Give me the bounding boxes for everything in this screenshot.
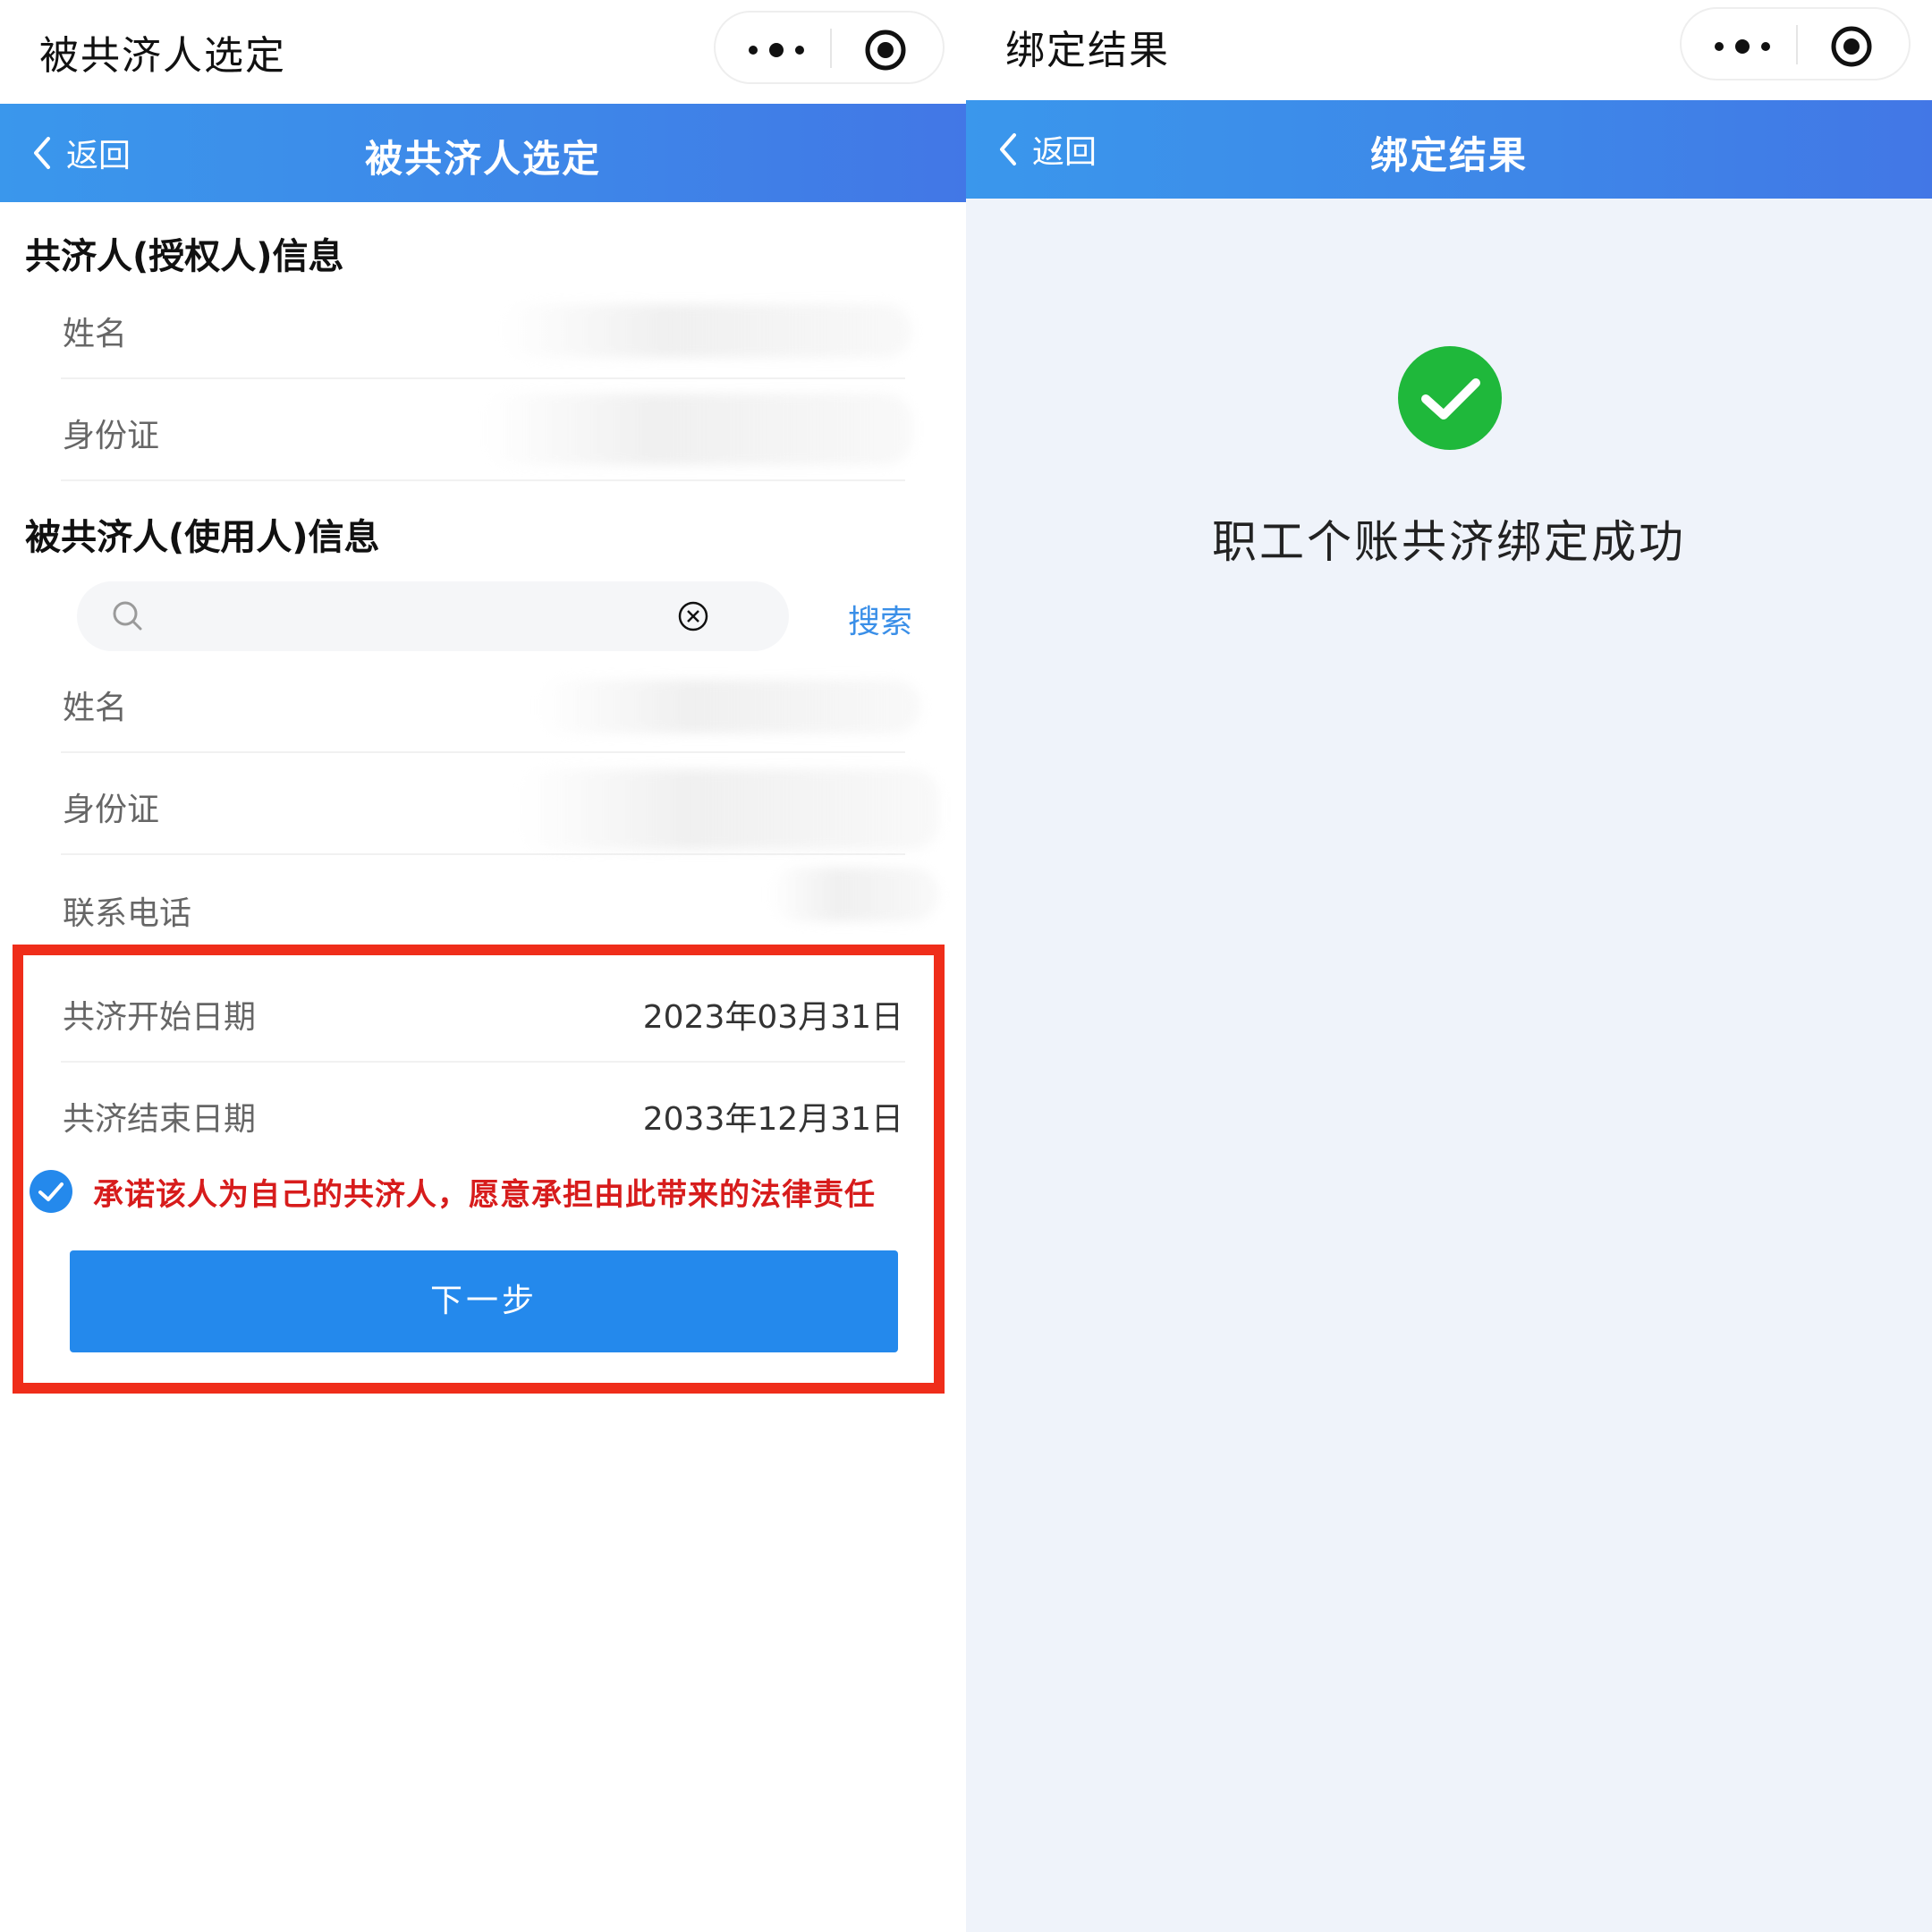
authorizer-id-label: 身份证 <box>63 418 160 454</box>
redacted-id-area <box>483 394 912 465</box>
miniprogram-title-bar: 绑定结果 <box>966 0 1932 100</box>
success-check-icon <box>1398 346 1502 450</box>
miniprogram-capsule <box>714 11 945 84</box>
redacted-user-id-area <box>519 769 939 850</box>
app-header: 返回 绑定结果 <box>966 100 1932 199</box>
user-phone-label: 联系电话 <box>63 895 192 932</box>
target-circle-icon[interactable] <box>1830 25 1873 68</box>
page-title: 绑定结果 <box>1369 133 1528 177</box>
capsule-separator <box>1796 25 1798 64</box>
clear-circle-x-icon[interactable] <box>676 599 710 633</box>
user-name-label: 姓名 <box>63 690 128 726</box>
selection-screen: 被共济人选定 返回 被共济人选定 共济人(授权人)信息 姓名 身份证 被共济人(… <box>0 0 966 1932</box>
user-section-title: 被共济人(使用人)信息 <box>25 517 380 558</box>
target-circle-icon[interactable] <box>864 29 907 72</box>
row-divider <box>61 479 905 481</box>
user-id-label: 身份证 <box>63 792 160 828</box>
miniprogram-capsule <box>1680 7 1911 80</box>
result-message: 职工个账共济绑定成功 <box>1212 516 1686 568</box>
screenshot-stage: 被共济人选定 返回 被共济人选定 共济人(授权人)信息 姓名 身份证 被共济人(… <box>0 0 1932 1932</box>
row-divider <box>61 853 905 855</box>
search-button[interactable]: 搜索 <box>848 596 912 642</box>
redacted-user-name-area <box>537 680 921 733</box>
capsule-separator <box>830 29 832 68</box>
window-title: 被共济人选定 <box>39 33 286 79</box>
page-title: 被共济人选定 <box>364 137 601 181</box>
authorizer-section-title: 共济人(授权人)信息 <box>25 236 344 277</box>
window-title: 绑定结果 <box>1005 28 1170 73</box>
redacted-phone-area <box>769 868 939 921</box>
search-icon <box>113 601 142 631</box>
more-dots-icon[interactable] <box>746 41 818 59</box>
app-header: 返回 被共济人选定 <box>0 104 966 202</box>
authorizer-name-label: 姓名 <box>63 316 128 352</box>
miniprogram-title-bar: 被共济人选定 <box>0 0 966 104</box>
redacted-name-area <box>501 304 912 358</box>
search-input[interactable] <box>77 581 789 651</box>
more-dots-icon[interactable] <box>1712 38 1784 55</box>
highlight-frame <box>13 945 945 1394</box>
result-screen: 绑定结果 返回 绑定结果 职工个账共济绑定成功 <box>966 0 1932 1932</box>
